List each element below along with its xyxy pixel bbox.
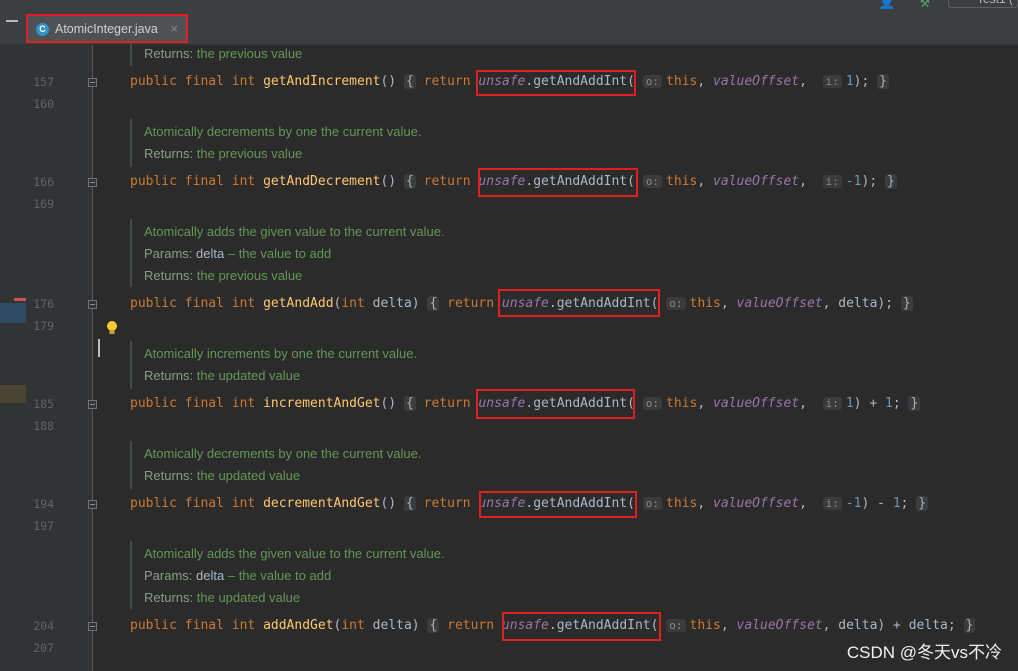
code-line-getandadd: public final int getAndAdd(int delta) { …: [130, 296, 913, 311]
code-line-getanddecrement: public final int getAndDecrement() { ret…: [130, 174, 897, 189]
doc-summary: Atomically increments by one the current…: [144, 346, 418, 361]
run-configuration-select[interactable]: Test1 (: [948, 0, 1018, 8]
lightbulb-icon[interactable]: [105, 320, 119, 336]
error-marker: [14, 298, 26, 301]
code-line-getandincrement: public final int getAndIncrement() { ret…: [130, 74, 889, 89]
doc-params: Params: delta – the value to add: [144, 568, 332, 583]
java-class-icon: C: [36, 23, 49, 36]
line-number: 176: [33, 297, 54, 311]
fold-toggle-icon[interactable]: [88, 78, 97, 87]
line-number-gutter: [26, 45, 93, 671]
line-number: 207: [33, 641, 54, 655]
doc-comment-bar: [130, 44, 132, 66]
line-number: 197: [33, 519, 54, 533]
line-number: 169: [33, 197, 54, 211]
text-caret: [98, 339, 100, 357]
doc-params: Params: delta – the value to add: [144, 246, 332, 261]
editor-tab-bar: C AtomicInteger.java × 👤 ⚒ Test1 (: [0, 0, 1018, 45]
doc-comment-bar: [130, 119, 132, 167]
close-icon[interactable]: ×: [170, 21, 178, 36]
line-number: 160: [33, 97, 54, 111]
doc-returns: Returns: the updated value: [144, 468, 301, 483]
minimize-icon[interactable]: [6, 20, 18, 22]
line-number: 194: [33, 497, 54, 511]
fold-toggle-icon[interactable]: [88, 400, 97, 409]
fold-toggle-icon[interactable]: [88, 622, 97, 631]
build-hammer-icon[interactable]: ⚒: [920, 0, 930, 11]
doc-returns: Returns: the updated value: [144, 590, 301, 605]
code-line-addandget: public final int addAndGet(int delta) { …: [130, 618, 976, 633]
doc-comment-bar: [130, 541, 132, 609]
doc-summary: Atomically adds the given value to the c…: [144, 546, 445, 561]
warning-marker: [0, 385, 26, 403]
fold-toggle-icon[interactable]: [88, 300, 97, 309]
doc-summary: Atomically adds the given value to the c…: [144, 224, 445, 239]
user-icon[interactable]: 👤: [878, 0, 895, 10]
doc-returns: Returns: the previous value: [144, 46, 303, 61]
doc-comment-bar: [130, 219, 132, 287]
tool-window-strip: [0, 45, 26, 671]
doc-returns: Returns: the updated value: [144, 368, 301, 383]
selection-marker: [0, 303, 26, 323]
tab-atomicinteger-java[interactable]: C AtomicInteger.java ×: [26, 14, 188, 43]
doc-comment-bar: [130, 441, 132, 489]
code-line-decrementandget: public final int decrementAndGet() { ret…: [130, 496, 929, 511]
fold-toggle-icon[interactable]: [88, 500, 97, 509]
watermark: CSDN @冬天vs不冷: [846, 643, 1002, 662]
line-number: 188: [33, 419, 54, 433]
tab-label: AtomicInteger.java: [55, 22, 158, 36]
line-number: 185: [33, 397, 54, 411]
line-number: 157: [33, 75, 54, 89]
doc-returns: Returns: the previous value: [144, 268, 303, 283]
doc-summary: Atomically decrements by one the current…: [144, 446, 422, 461]
line-number: 179: [33, 319, 54, 333]
doc-returns: Returns: the previous value: [144, 146, 303, 161]
line-number: 204: [33, 619, 54, 633]
fold-toggle-icon[interactable]: [88, 178, 97, 187]
code-line-incrementandget: public final int incrementAndGet() { ret…: [130, 396, 921, 411]
line-number: 166: [33, 175, 54, 189]
doc-comment-bar: [130, 341, 132, 389]
doc-summary: Atomically decrements by one the current…: [144, 124, 422, 139]
